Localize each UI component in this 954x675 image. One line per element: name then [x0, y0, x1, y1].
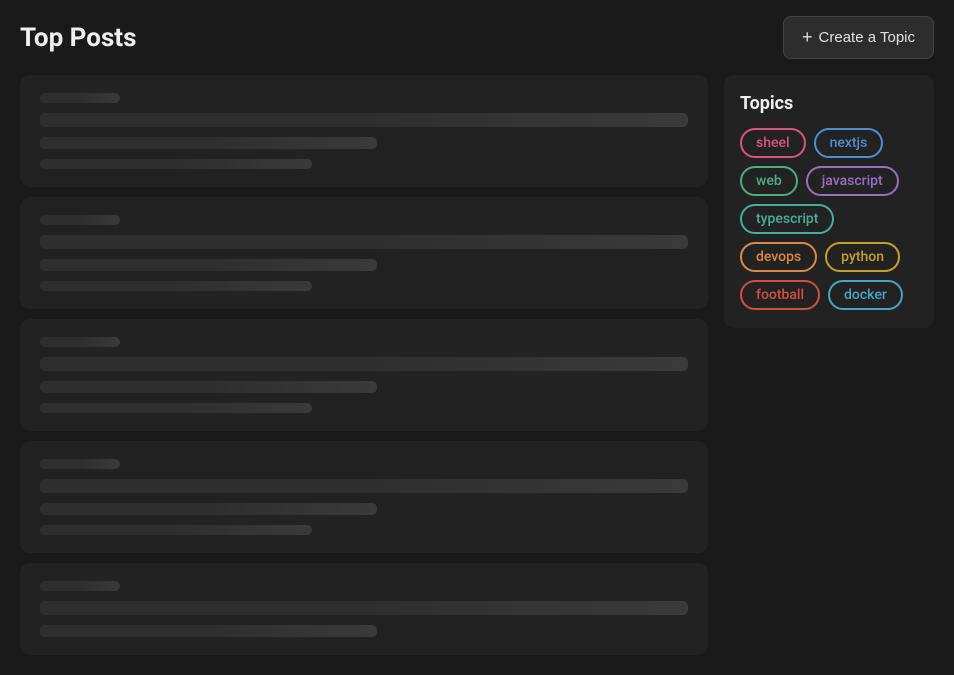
skeleton-subtitle	[40, 381, 377, 393]
page-container: Top Posts + Create a Topic	[0, 0, 954, 675]
topic-tag-web[interactable]: web	[740, 166, 798, 196]
skeleton-line-long	[40, 357, 688, 371]
skeleton-line-long	[40, 479, 688, 493]
topics-title: Topics	[740, 93, 918, 114]
skeleton-title-short	[40, 581, 120, 591]
topic-tag-sheel[interactable]: sheel	[740, 128, 806, 158]
create-topic-label: Create a Topic	[819, 29, 915, 46]
topic-tag-javascript[interactable]: javascript	[806, 166, 899, 196]
skeleton-subtitle	[40, 259, 377, 271]
header: Top Posts + Create a Topic	[0, 0, 954, 75]
topic-tag-devops[interactable]: devops	[740, 242, 817, 272]
skeleton-title-short	[40, 337, 120, 347]
skeleton-title-short	[40, 93, 120, 103]
topic-tag-docker[interactable]: docker	[828, 280, 903, 310]
skeleton-meta	[40, 159, 312, 169]
topic-tag-football[interactable]: football	[740, 280, 820, 310]
topic-tag-typescript[interactable]: typescript	[740, 204, 834, 234]
skeleton-line-long	[40, 235, 688, 249]
posts-list	[20, 75, 708, 655]
topic-tag-python[interactable]: python	[825, 242, 900, 272]
topics-grid: sheel nextjs web javascript typescript devops…	[740, 128, 918, 310]
skeleton-subtitle	[40, 625, 377, 637]
post-card	[20, 563, 708, 655]
skeleton-subtitle	[40, 503, 377, 515]
skeleton-title-short	[40, 459, 120, 469]
plus-icon: +	[802, 27, 813, 48]
post-card	[20, 441, 708, 553]
topic-tag-nextjs[interactable]: nextjs	[814, 128, 884, 158]
post-card	[20, 197, 708, 309]
skeleton-meta	[40, 281, 312, 291]
main-content: Topics sheel nextjs web javascript typescrip…	[0, 75, 954, 675]
create-topic-button[interactable]: + Create a Topic	[783, 16, 934, 59]
topics-card: Topics sheel nextjs web javascript typescrip…	[724, 75, 934, 328]
skeleton-meta	[40, 403, 312, 413]
skeleton-line-long	[40, 601, 688, 615]
post-card	[20, 319, 708, 431]
page-title: Top Posts	[20, 23, 136, 53]
post-card	[20, 75, 708, 187]
sidebar: Topics sheel nextjs web javascript typescrip…	[724, 75, 934, 655]
skeleton-title-short	[40, 215, 120, 225]
skeleton-line-long	[40, 113, 688, 127]
skeleton-meta	[40, 525, 312, 535]
skeleton-subtitle	[40, 137, 377, 149]
